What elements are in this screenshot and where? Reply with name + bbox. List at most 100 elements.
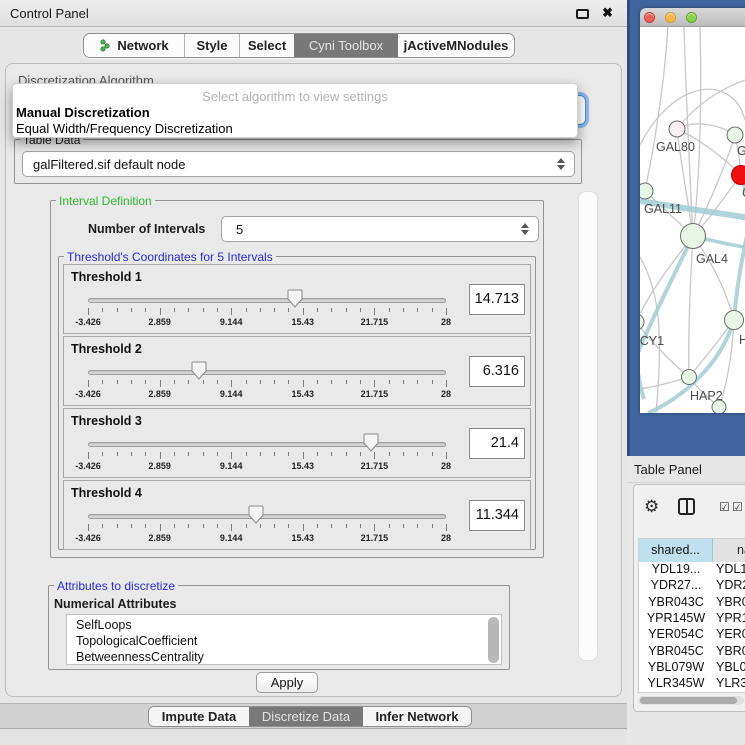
tab-network-label: Network (117, 38, 168, 53)
network-edge[interactable] (693, 236, 734, 320)
table-row[interactable]: YBR043CYBR0 (639, 595, 745, 611)
threshold-value-field[interactable]: 21.4 (469, 428, 525, 459)
cell-shared-name: YBR043C (639, 595, 713, 609)
table-row[interactable]: YIL053CYIL0 (639, 692, 745, 693)
attributes-list-scrollbar-thumb[interactable] (488, 617, 499, 663)
network-canvas[interactable]: GAL80GACGAL11GAL4GCY1HHAP2 (640, 27, 745, 413)
zoom-traffic-light[interactable] (686, 12, 697, 23)
slider-thumb[interactable] (363, 433, 379, 453)
tick-label: 2.859 (148, 317, 171, 327)
tab-impute-data[interactable]: Impute Data (149, 707, 249, 726)
tab-style[interactable]: Style (184, 34, 239, 57)
table-panel-title: Table Panel (634, 462, 702, 477)
numerical-attributes-list[interactable]: SelfLoopsTopologicalCoefficientBetweenne… (66, 614, 502, 665)
bottom-tabbar: Impute Data Discretize Data Infer Networ… (148, 706, 472, 727)
cell-shared-name: YER054C (639, 627, 713, 641)
float-window-icon[interactable] (576, 9, 589, 19)
network-node[interactable] (640, 314, 644, 330)
network-node[interactable] (725, 311, 744, 330)
minor-tick (317, 452, 318, 456)
table-row[interactable]: YBL079WYBL0 (639, 660, 745, 676)
table-body: YDL19...YDL1YDR27...YDR2YBR043CYBR0YPR14… (639, 562, 745, 693)
slider-track[interactable] (88, 370, 446, 375)
tick-label: 28 (441, 461, 451, 471)
threshold-value-field[interactable]: 14.713 (469, 284, 525, 315)
tab-discretize-data[interactable]: Discretize Data (249, 707, 363, 726)
slider-thumb[interactable] (191, 361, 207, 381)
column-header-shared[interactable]: shared... (639, 539, 713, 562)
network-node[interactable] (669, 121, 685, 137)
threshold-value-field[interactable]: 6.316 (469, 356, 525, 387)
checkbox-icon[interactable]: ☑ (719, 500, 730, 514)
content-scrollbar[interactable] (578, 191, 598, 661)
minor-tick (417, 308, 418, 312)
network-window-titlebar[interactable] (640, 8, 745, 27)
close-traffic-light[interactable] (644, 12, 655, 23)
minor-tick (417, 524, 418, 528)
menu-item-manual-discretization[interactable]: Manual Discretization (16, 105, 150, 120)
network-node[interactable] (640, 183, 653, 199)
network-edge[interactable] (689, 236, 693, 377)
node-table: shared... na YDL19...YDL1YDR27...YDR2YBR… (638, 538, 745, 693)
tab-infer-network[interactable]: Infer Network (363, 707, 471, 726)
network-edge[interactable] (740, 107, 745, 129)
table-row[interactable]: YLR345WYLR3 (639, 676, 745, 692)
tab-jactivemnodules[interactable]: jActiveMNodules (398, 34, 514, 57)
apply-button[interactable]: Apply (256, 672, 318, 693)
minor-tick (274, 452, 275, 456)
slider-track[interactable] (88, 298, 446, 303)
slider-track[interactable] (88, 514, 446, 519)
cell-name: YDL1 (716, 562, 745, 576)
menu-item-equal-width-frequency[interactable]: Equal Width/Frequency Discretization (16, 121, 233, 136)
major-tick (231, 452, 232, 459)
table-hscrollbar[interactable] (638, 696, 744, 705)
slider-thumb[interactable] (287, 289, 303, 309)
table-row[interactable]: YER054CYER0 (639, 627, 745, 643)
tab-cyni-toolbox[interactable]: Cyni Toolbox (294, 34, 398, 57)
network-edge[interactable] (645, 27, 668, 191)
close-icon[interactable]: ✖ (602, 5, 613, 21)
major-tick (446, 308, 447, 315)
table-row[interactable]: YDL19...YDL1 (639, 562, 745, 578)
minor-tick (432, 308, 433, 312)
table-row[interactable]: YBR045CYBR0 (639, 644, 745, 660)
minor-tick (174, 452, 175, 456)
table-panel-separator (627, 482, 745, 483)
minor-tick (317, 308, 318, 312)
network-edge-thick[interactable] (640, 357, 644, 399)
threshold-value-field[interactable]: 11.344 (469, 500, 525, 531)
network-node[interactable] (727, 127, 743, 143)
minor-tick (102, 380, 103, 384)
network-node[interactable] (682, 370, 697, 385)
minimize-traffic-light[interactable] (665, 12, 676, 23)
gear-icon[interactable]: ⚙ (644, 497, 659, 517)
tab-select[interactable]: Select (239, 34, 294, 57)
major-tick (88, 524, 89, 531)
major-tick (160, 524, 161, 531)
table-row[interactable]: YDR27...YDR2 (639, 578, 745, 594)
columns-icon[interactable] (678, 498, 695, 515)
network-node[interactable] (712, 400, 726, 413)
slider-track[interactable] (88, 442, 446, 447)
minor-tick (331, 308, 332, 312)
attribute-list-item[interactable]: BetweennessCentrality (76, 650, 204, 665)
attribute-list-item[interactable]: SelfLoops (76, 618, 132, 634)
network-edge[interactable] (689, 320, 734, 377)
tab-network[interactable]: Network (84, 34, 184, 57)
column-header-name[interactable]: na (713, 539, 745, 562)
network-node-label: GA (737, 144, 745, 158)
network-node[interactable] (681, 224, 706, 249)
number-of-intervals-combobox[interactable]: 5 (221, 216, 539, 242)
attribute-list-item[interactable]: TopologicalCoefficient (76, 634, 197, 650)
table-hscrollbar-thumb[interactable] (640, 697, 737, 704)
cell-name: YBR0 (716, 595, 745, 609)
minor-tick (203, 308, 204, 312)
major-tick (374, 524, 375, 531)
minor-tick (246, 452, 247, 456)
slider-thumb[interactable] (248, 505, 264, 525)
table-data-combobox[interactable]: galFiltered.sif default node (22, 151, 575, 177)
table-row[interactable]: YPR145WYPR1 (639, 611, 745, 627)
threshold-label: Threshold 4 (71, 486, 142, 500)
checkbox-icon[interactable]: ☑ (732, 500, 743, 514)
network-edge[interactable] (693, 27, 701, 236)
